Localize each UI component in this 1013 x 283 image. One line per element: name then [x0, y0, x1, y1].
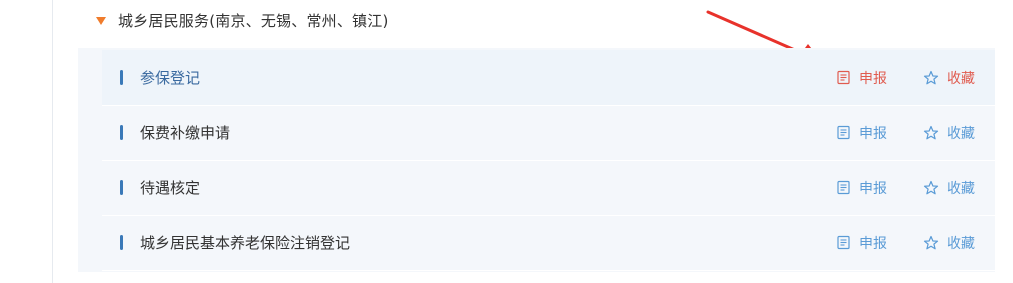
row-label[interactable]: 参保登记: [140, 67, 200, 88]
declare-button[interactable]: 申报: [836, 68, 887, 88]
row-marker: [120, 180, 123, 195]
list-item[interactable]: 保费补缴申请 申报 收藏: [102, 105, 995, 161]
caret-down-icon[interactable]: [96, 17, 106, 25]
declare-button[interactable]: 申报: [836, 178, 887, 198]
star-icon: [923, 70, 939, 84]
row-marker: [120, 235, 123, 250]
document-icon: [837, 70, 850, 85]
declare-label: 申报: [859, 70, 887, 87]
favorite-button[interactable]: 收藏: [923, 123, 975, 143]
section-header[interactable]: 城乡居民服务(南京、无锡、常州、镇江): [96, 8, 389, 32]
row-label[interactable]: 保费补缴申请: [140, 122, 230, 143]
favorite-label: 收藏: [947, 70, 975, 87]
row-actions: 申报 收藏: [836, 50, 975, 105]
favorite-button[interactable]: 收藏: [923, 68, 975, 88]
section-title: 城乡居民服务(南京、无锡、常州、镇江): [118, 11, 389, 30]
document-icon: [837, 235, 850, 250]
row-marker: [120, 70, 123, 85]
row-actions: 申报 收藏: [836, 105, 975, 160]
document-icon: [837, 180, 850, 195]
list-item[interactable]: 待遇核定 申报 收藏: [102, 160, 995, 216]
page: 城乡居民服务(南京、无锡、常州、镇江) 参保登记 申报 收藏 保费补缴申请 申报…: [0, 0, 1013, 283]
star-icon: [923, 125, 939, 139]
star-icon: [923, 180, 939, 194]
list-item[interactable]: 城乡居民基本养老保险注销登记 申报 收藏: [102, 215, 995, 271]
row-label[interactable]: 待遇核定: [140, 177, 200, 198]
declare-label: 申报: [859, 235, 887, 252]
row-label[interactable]: 城乡居民基本养老保险注销登记: [140, 232, 350, 253]
list-item[interactable]: 参保登记 申报 收藏: [102, 50, 995, 106]
row-marker: [120, 125, 123, 140]
left-divider: [52, 0, 53, 283]
star-icon: [923, 235, 939, 249]
declare-button[interactable]: 申报: [836, 233, 887, 253]
row-actions: 申报 收藏: [836, 160, 975, 215]
document-icon: [837, 125, 850, 140]
favorite-label: 收藏: [947, 235, 975, 252]
favorite-button[interactable]: 收藏: [923, 233, 975, 253]
declare-label: 申报: [859, 180, 887, 197]
declare-label: 申报: [859, 125, 887, 142]
row-actions: 申报 收藏: [836, 215, 975, 270]
favorite-label: 收藏: [947, 125, 975, 142]
declare-button[interactable]: 申报: [836, 123, 887, 143]
service-list: 参保登记 申报 收藏 保费补缴申请 申报 收藏 待遇核定 申报 收藏 城乡居民基…: [78, 48, 995, 272]
favorite-label: 收藏: [947, 180, 975, 197]
favorite-button[interactable]: 收藏: [923, 178, 975, 198]
